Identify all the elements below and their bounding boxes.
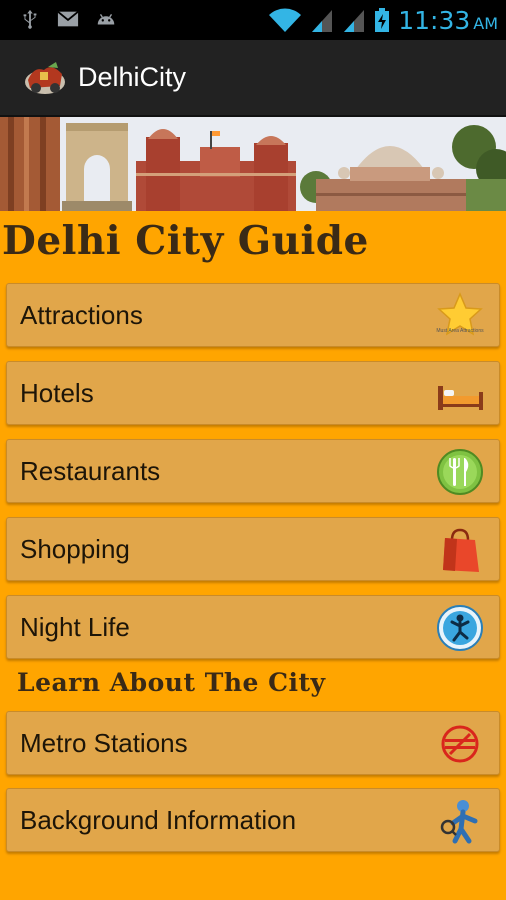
menu-item-label: Restaurants <box>20 455 161 486</box>
action-bar: DelhiCity <box>0 40 506 117</box>
clock-ampm: AM <box>473 13 498 33</box>
usb-icon <box>23 9 37 29</box>
status-clock: 11:33 AM <box>398 6 498 35</box>
menu-item-background-information[interactable]: Background Information <box>6 788 500 852</box>
status-bar: 11:33 AM <box>0 0 506 40</box>
menu-item-hotels[interactable]: Hotels <box>6 361 500 425</box>
info-person-icon <box>440 800 478 844</box>
menu-item-label: Background Information <box>20 804 297 835</box>
clock-time: 11:33 <box>398 5 471 35</box>
metro-logo-icon <box>441 725 479 763</box>
star-attractions-icon: Must Area Attractions <box>436 292 484 336</box>
menu-item-shopping[interactable]: Shopping <box>6 517 500 581</box>
gmail-icon <box>57 10 79 27</box>
menu-item-label: Attractions <box>20 299 143 330</box>
menu-item-metro-stations[interactable]: Metro Stations <box>6 711 500 775</box>
dancer-icon <box>437 605 483 651</box>
shopping-bag-icon <box>443 528 479 572</box>
attractions-icon-caption: Must Area Attractions <box>436 328 484 334</box>
fork-knife-icon <box>437 449 483 495</box>
delhi-monuments-banner <box>0 117 506 211</box>
menu-item-attractions[interactable]: Attractions Must Area Attractions <box>6 283 500 347</box>
page-title: Delhi City Guide <box>2 218 369 264</box>
menu-item-night-life[interactable]: Night Life <box>6 595 500 659</box>
menu-item-label: Metro Stations <box>20 727 188 758</box>
wifi-icon <box>269 8 302 32</box>
menu-item-restaurants[interactable]: Restaurants <box>6 439 500 503</box>
menu-item-label: Shopping <box>20 533 130 564</box>
app-logo-icon[interactable] <box>22 58 68 98</box>
signal-icon <box>312 10 333 32</box>
app-title: DelhiCity <box>78 62 187 92</box>
signal-icon <box>344 10 365 32</box>
bed-icon <box>438 386 483 410</box>
android-debug-icon <box>97 14 115 25</box>
section-title: Learn About The City <box>17 668 326 697</box>
menu-item-label: Hotels <box>20 377 94 408</box>
battery-charging-icon <box>375 8 390 32</box>
menu-item-label: Night Life <box>20 611 130 642</box>
